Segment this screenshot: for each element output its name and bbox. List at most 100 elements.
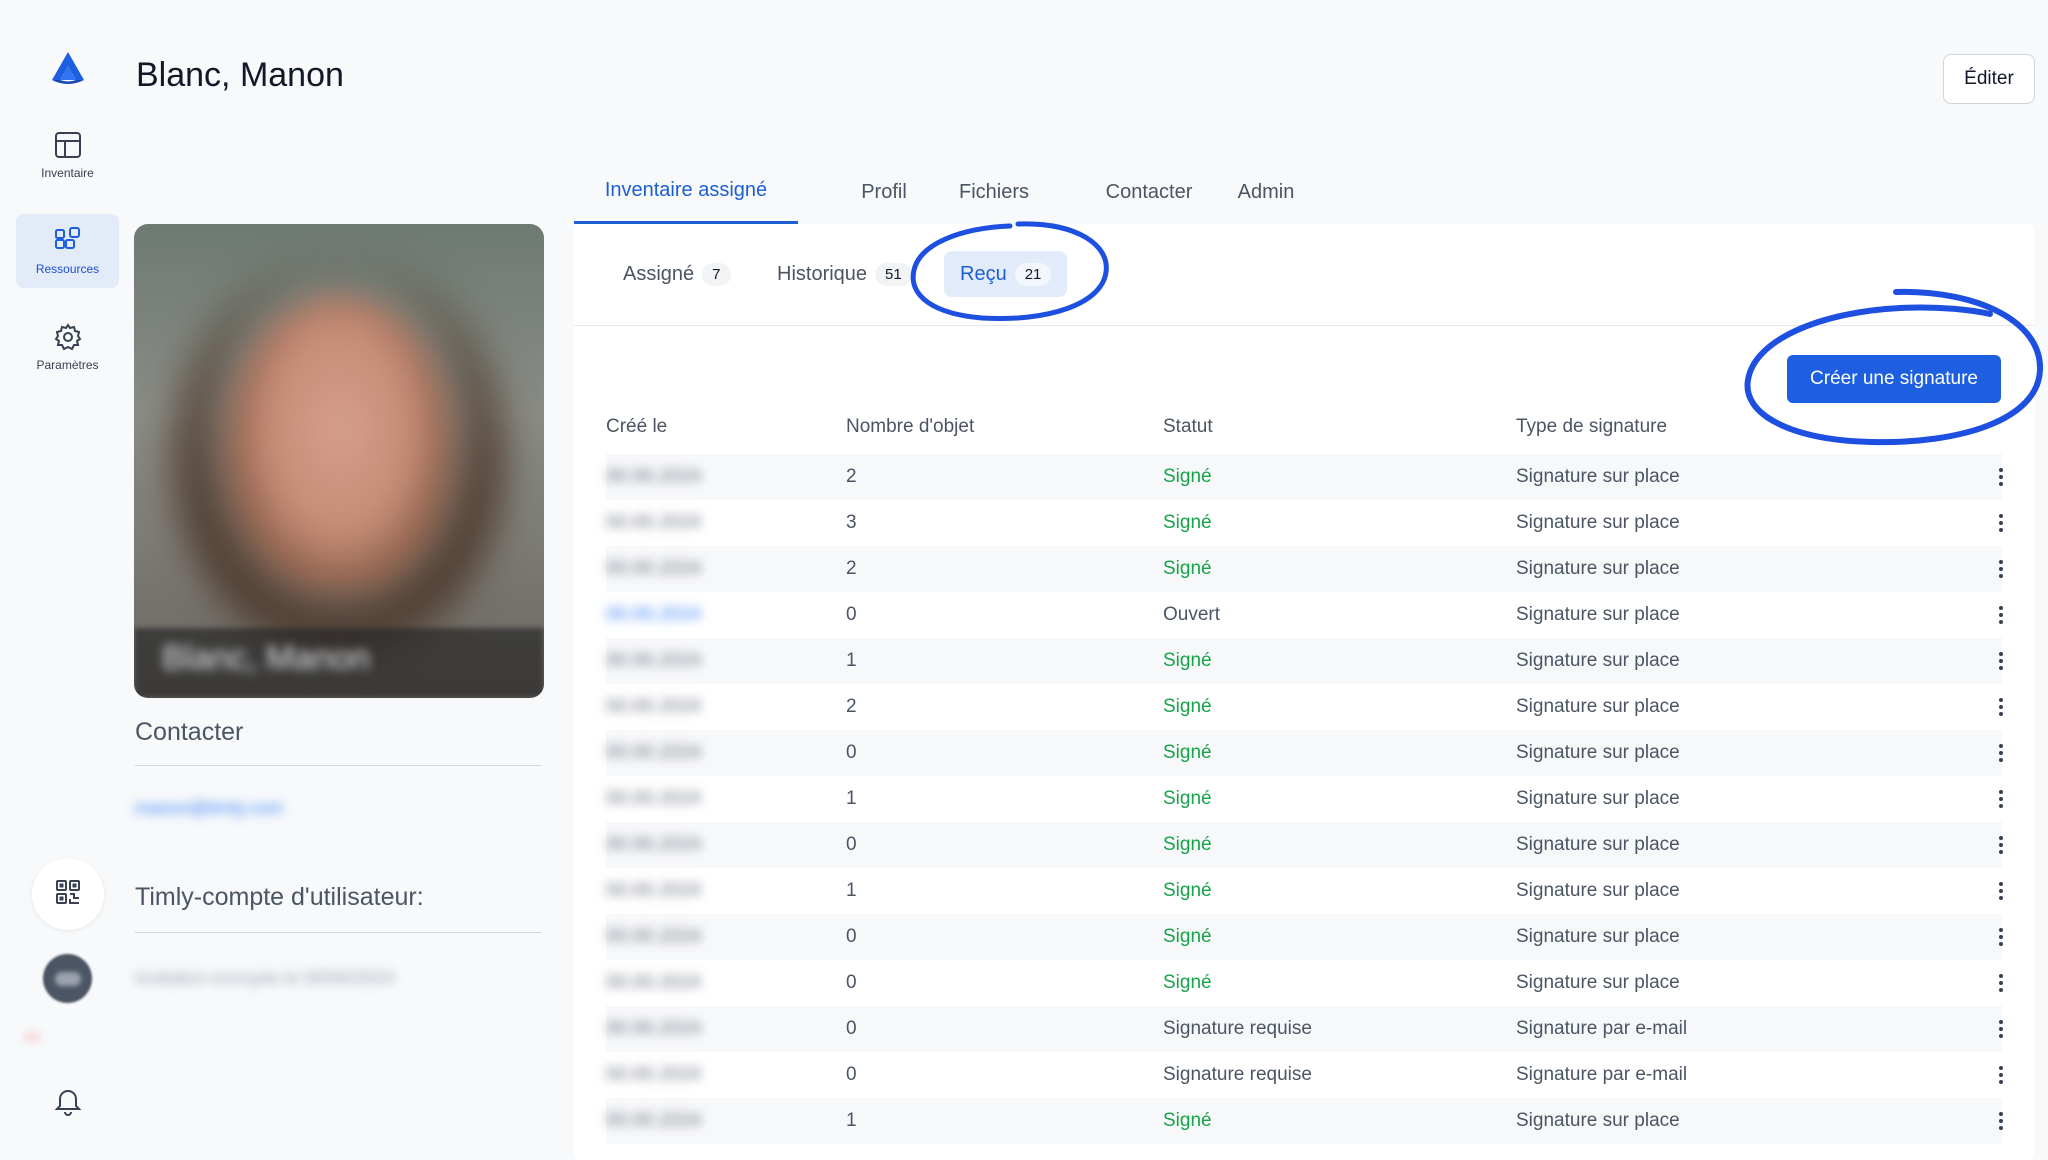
column-header-type[interactable]: Type de signature <box>1516 400 1667 454</box>
subtab-historique[interactable]: Historique 51 <box>761 251 928 297</box>
account-status: Invitation envoyée le 00/00/2024 <box>135 968 395 988</box>
more-options-icon[interactable] <box>1998 592 2004 638</box>
more-options-icon[interactable] <box>1998 684 2004 730</box>
sidebar-item-label: Paramètres <box>36 358 99 372</box>
subtabs: Assigné 7 Historique 51 Reçu 21 <box>574 224 2034 326</box>
column-header-status[interactable]: Statut <box>1163 400 1213 454</box>
more-options-icon[interactable] <box>1998 822 2004 868</box>
cell-status: Signé <box>1163 650 1212 671</box>
more-options-icon[interactable] <box>1998 868 2004 914</box>
cell-status: Signé <box>1163 696 1212 717</box>
cell-type: Signature sur place <box>1516 650 1680 671</box>
account-section-title: Timly-compte d'utilisateur: <box>135 883 424 911</box>
cell-status: Ouvert <box>1163 604 1221 625</box>
cell-type: Signature sur place <box>1516 972 1680 993</box>
timly-logo-icon[interactable] <box>48 50 88 86</box>
more-options-icon[interactable] <box>1998 638 2004 684</box>
tab-fichiers[interactable]: Fichiers <box>932 160 1056 224</box>
cell-type: Signature par e-mail <box>1516 1018 1688 1039</box>
column-header-created[interactable]: Créé le <box>606 400 667 454</box>
tab-contacter[interactable]: Contacter <box>1074 160 1224 224</box>
cell-date: 00.00.2024 <box>606 1018 702 1039</box>
bell-icon[interactable] <box>54 1086 82 1121</box>
cell-type: Signature sur place <box>1516 788 1680 809</box>
cell-date: 00.00.2024 <box>606 466 702 487</box>
table-row[interactable]: 00.00.2024 0 Ouvert Signature sur place <box>606 592 2004 638</box>
create-signature-button[interactable]: Créer une signature <box>1787 355 2001 403</box>
sidebar-item-ressources[interactable]: Ressources <box>16 214 119 288</box>
cell-date: 00.00.2024 <box>606 742 702 763</box>
cell-count: 0 <box>846 742 857 763</box>
cell-type: Signature sur place <box>1516 512 1680 533</box>
subtab-assigne[interactable]: Assigné 7 <box>607 251 747 297</box>
table-row[interactable]: 00.00.2024 0 Signé Signature sur place <box>606 822 2004 868</box>
cell-count: 0 <box>846 604 857 625</box>
cell-type: Signature sur place <box>1516 466 1680 487</box>
cell-count: 2 <box>846 696 857 717</box>
cell-status: Signé <box>1163 742 1212 763</box>
email-link[interactable]: manon@timly.com <box>135 798 283 819</box>
cell-date: 00.00.2024 <box>606 650 702 671</box>
cell-type: Signature par e-mail <box>1516 1064 1688 1085</box>
cell-date: 00.00.2024 <box>606 788 702 809</box>
table-row[interactable]: 00.00.2024 1 Signé Signature sur place <box>606 776 2004 822</box>
more-options-icon[interactable] <box>1998 914 2004 960</box>
table-row[interactable]: 00.00.2024 2 Signé Signature sur place <box>606 454 2004 500</box>
cell-type: Signature sur place <box>1516 1110 1680 1131</box>
user-avatar[interactable] <box>43 954 92 1003</box>
table-row[interactable]: 00.00.2024 2 Signé Signature sur place <box>606 546 2004 592</box>
table-row[interactable]: 00.00.2024 1 Signé Signature sur place <box>606 868 2004 914</box>
more-options-icon[interactable] <box>1998 960 2004 1006</box>
subtab-label: Assigné <box>623 262 695 285</box>
column-header-count[interactable]: Nombre d'objet <box>846 400 974 454</box>
photo-name-label: Blanc, Manon <box>162 639 370 677</box>
cell-status: Signature requise <box>1163 1064 1312 1085</box>
more-options-icon[interactable] <box>1998 1098 2004 1144</box>
cell-count: 0 <box>846 834 857 855</box>
more-options-icon[interactable] <box>1998 500 2004 546</box>
table-row[interactable]: 00.00.2024 0 Signé Signature sur place <box>606 960 2004 1006</box>
table-row[interactable]: 00.00.2024 3 Signé Signature sur place <box>606 500 2004 546</box>
more-options-icon[interactable] <box>1998 1052 2004 1098</box>
cell-date: 00.00.2024 <box>606 834 702 855</box>
table-row[interactable]: 00.00.2024 1 Signé Signature sur place <box>606 638 2004 684</box>
cell-status: Signé <box>1163 788 1212 809</box>
profile-photo: Blanc, Manon <box>134 224 544 698</box>
tab-profil[interactable]: Profil <box>822 160 946 224</box>
cell-type: Signature sur place <box>1516 926 1680 947</box>
table-row[interactable]: 00.00.2024 0 Signé Signature sur place <box>606 914 2004 960</box>
cell-count: 0 <box>846 1064 857 1085</box>
cell-count: 0 <box>846 1018 857 1039</box>
grid-icon <box>53 130 83 160</box>
more-options-icon[interactable] <box>1998 546 2004 592</box>
cell-count: 1 <box>846 650 857 671</box>
qr-code-button[interactable] <box>32 858 104 930</box>
more-options-icon[interactable] <box>1998 1006 2004 1052</box>
cell-count: 0 <box>846 972 857 993</box>
tab-admin[interactable]: Admin <box>1210 160 1322 224</box>
notification-badge: ••• <box>26 1030 39 1044</box>
cell-date: 00.00.2024 <box>606 604 702 625</box>
table-row[interactable]: 00.00.2024 0 Signature requise Signature pa… <box>606 1052 2004 1098</box>
table-row[interactable]: 00.00.2024 0 Signé Signature sur place <box>606 730 2004 776</box>
more-options-icon[interactable] <box>1998 776 2004 822</box>
subtab-count: 7 <box>702 262 731 286</box>
table-body: 00.00.2024 2 Signé Signature sur place 00.00… <box>606 454 2004 1144</box>
table-row[interactable]: 00.00.2024 1 Signé Signature sur place <box>606 1098 2004 1144</box>
cell-type: Signature sur place <box>1516 742 1680 763</box>
sidebar-item-parametres[interactable]: Paramètres <box>16 310 119 384</box>
subtab-recu[interactable]: Reçu 21 <box>944 251 1068 297</box>
more-options-icon[interactable] <box>1998 730 2004 776</box>
cell-status: Signé <box>1163 926 1212 947</box>
cell-status: Signé <box>1163 972 1212 993</box>
table-row[interactable]: 00.00.2024 0 Signature requise Signature pa… <box>606 1006 2004 1052</box>
edit-button[interactable]: Éditer <box>1943 54 2035 104</box>
table-row[interactable]: 00.00.2024 2 Signé Signature sur place <box>606 684 2004 730</box>
sidebar-item-inventaire[interactable]: Inventaire <box>16 118 119 192</box>
tab-inventaire-assigne[interactable]: Inventaire assigné <box>574 160 798 224</box>
cell-type: Signature sur place <box>1516 880 1680 901</box>
cell-date: 00.00.2024 <box>606 1064 702 1085</box>
cell-status: Signé <box>1163 512 1212 533</box>
cell-date: 00.00.2024 <box>606 512 702 533</box>
more-options-icon[interactable] <box>1998 454 2004 500</box>
